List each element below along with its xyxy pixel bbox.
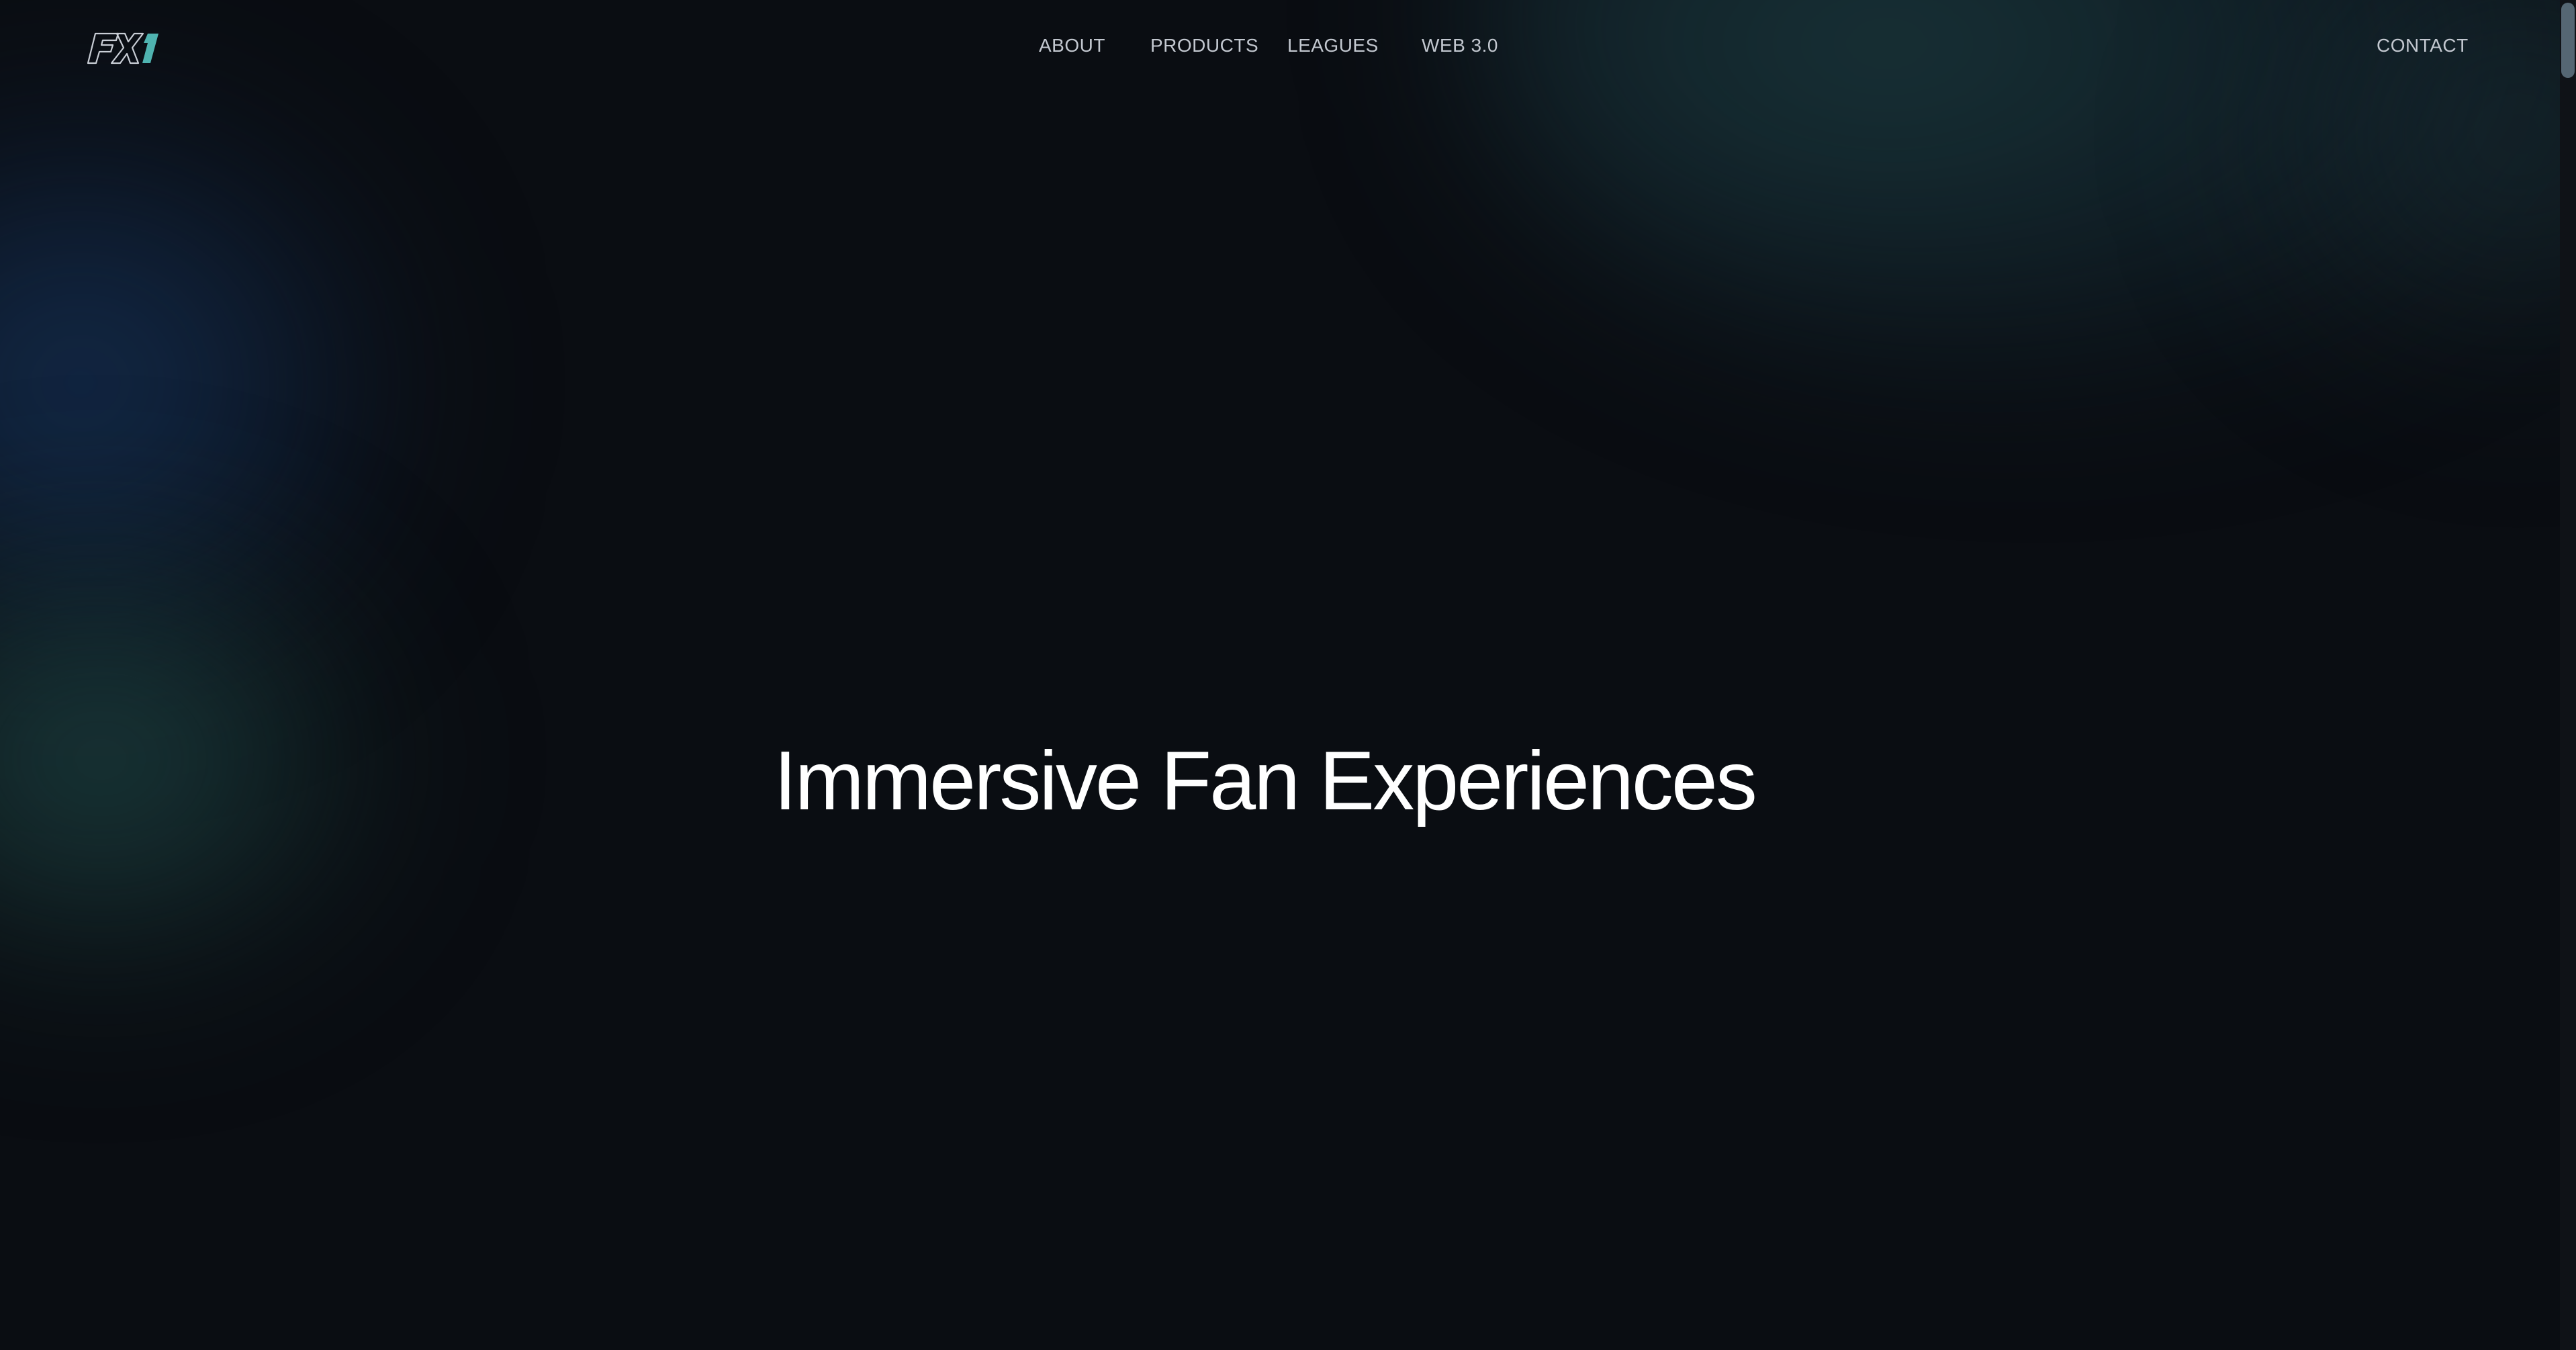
nav-item-contact[interactable]: CONTACT xyxy=(2377,35,2469,56)
scrollbar-thumb[interactable] xyxy=(2561,3,2575,78)
nav-item-web3[interactable]: WEB 3.0 xyxy=(1422,35,1498,56)
scrollbar-track[interactable] xyxy=(2560,0,2576,1350)
background-glow-blue xyxy=(0,81,416,685)
nav-item-products[interactable]: PRODUCTS xyxy=(1150,35,1258,56)
top-navigation: ABOUT PRODUCTS LEAGUES WEB 3.0 CONTACT xyxy=(0,0,2576,91)
fx1-logo[interactable] xyxy=(86,30,161,67)
page-background xyxy=(0,0,2576,1350)
fx1-logo-icon xyxy=(87,32,158,64)
hero-title: Immersive Fan Experiences xyxy=(774,735,1757,828)
nav-item-about[interactable]: ABOUT xyxy=(1039,35,1105,56)
nav-item-leagues[interactable]: LEAGUES xyxy=(1287,35,1379,56)
